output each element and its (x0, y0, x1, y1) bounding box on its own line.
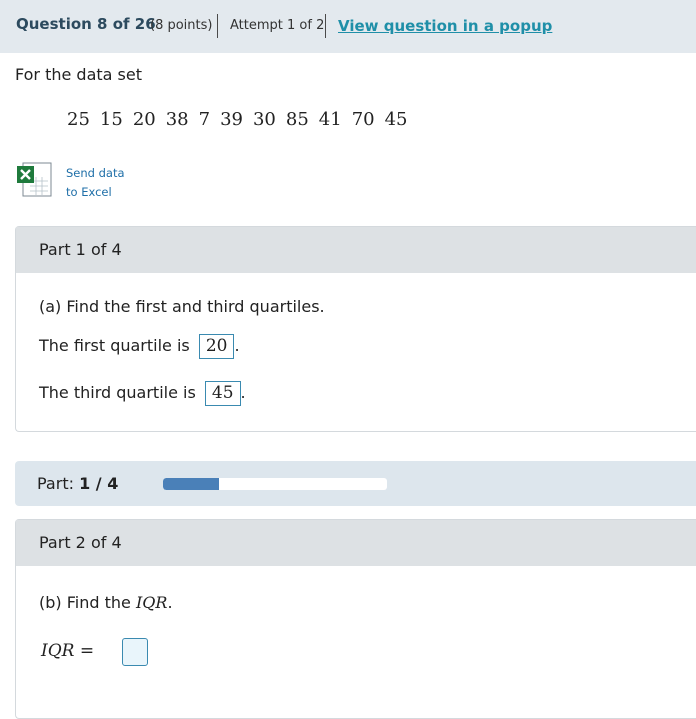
header-divider (217, 14, 218, 38)
excel-link-line1: Send data (66, 166, 125, 180)
period: . (167, 593, 173, 612)
iqr-answer-input[interactable] (122, 638, 148, 666)
data-value: 38 (165, 109, 189, 130)
iqr-label: IQR (41, 641, 75, 661)
attempt-counter: Attempt 1 of 2 (230, 18, 325, 33)
first-quartile-label: The first quartile is (39, 336, 190, 355)
question-header: Question 8 of 26 (8 points) Attempt 1 of… (0, 0, 696, 53)
period: . (240, 383, 246, 402)
first-quartile-row: The first quartile is 20. (39, 334, 240, 359)
question-points: (8 points) (150, 18, 213, 33)
data-value: 25 (67, 109, 90, 130)
equals-sign: = (79, 641, 95, 661)
part-1-title: Part 1 of 4 (16, 227, 696, 273)
excel-link-line2: to Excel (66, 185, 112, 199)
progress-label-text: Part: (37, 474, 74, 493)
part-1-prompt: (a) Find the first and third quartiles. (39, 297, 325, 316)
data-value: 85 (285, 109, 309, 130)
data-value: 39 (220, 109, 243, 130)
question-title: Question 8 of 26 (16, 15, 156, 33)
data-value: 20 (132, 109, 156, 130)
third-quartile-row: The third quartile is 45. (39, 381, 246, 406)
header-divider (325, 14, 326, 38)
part-2-prompt: (b) Find the IQR. (39, 593, 173, 612)
progress-bar (163, 478, 387, 490)
intro-text: For the data set (15, 65, 143, 84)
data-value: 30 (252, 109, 276, 130)
part-2-prompt-text: (b) Find the (39, 593, 131, 612)
send-to-excel-link[interactable]: Send data to Excel (66, 164, 125, 202)
first-quartile-answer[interactable]: 20 (198, 334, 235, 359)
period: . (234, 336, 240, 355)
third-quartile-answer[interactable]: 45 (204, 381, 241, 406)
view-in-popup-link[interactable]: View question in a popup (338, 17, 552, 35)
data-value: 41 (318, 109, 342, 130)
iqr-math: IQR (135, 593, 168, 612)
part-2-card: Part 2 of 4 (b) Find the IQR. IQR = (15, 519, 696, 719)
data-value: 15 (99, 109, 123, 130)
iqr-equation: IQR = (41, 641, 94, 661)
data-value: 70 (351, 109, 375, 130)
part-1-card: Part 1 of 4 (a) Find the first and third… (15, 226, 696, 432)
third-quartile-label: The third quartile is (39, 383, 196, 402)
excel-icon[interactable] (16, 162, 54, 198)
part-2-title: Part 2 of 4 (16, 520, 696, 566)
progress-value: 1 / 4 (79, 474, 119, 493)
data-set: 25 15 20 38 7 39 30 85 41 70 45 (62, 109, 413, 130)
data-value: 45 (384, 109, 408, 130)
part-progress: Part: 1 / 4 (15, 461, 696, 506)
data-value: 7 (198, 109, 211, 130)
progress-bar-fill (163, 478, 219, 490)
progress-label: Part: 1 / 4 (37, 474, 118, 493)
